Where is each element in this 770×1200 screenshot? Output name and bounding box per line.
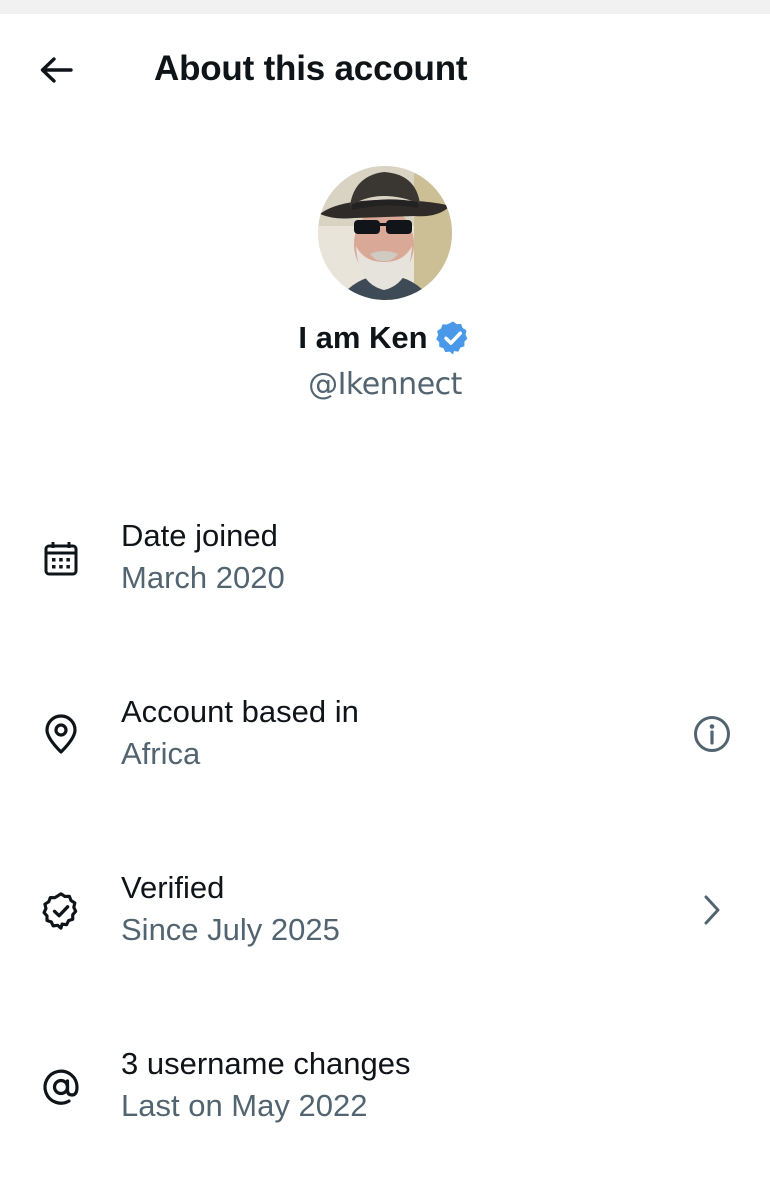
info-row-value: Last on May 2022 bbox=[121, 1088, 368, 1123]
avatar[interactable] bbox=[318, 166, 452, 300]
page-title: About this account bbox=[154, 49, 468, 88]
info-row-value: March 2020 bbox=[121, 560, 285, 595]
chevron-right-icon[interactable] bbox=[690, 888, 734, 932]
status-bar-strip bbox=[0, 0, 770, 14]
arrow-left-icon bbox=[40, 57, 73, 83]
info-row-account-based-in: Account based in Africa bbox=[0, 686, 770, 806]
info-row-label: 3 username changes bbox=[121, 1046, 411, 1081]
verified-badge-icon[interactable] bbox=[434, 319, 472, 357]
info-row-username-changes: 3 username changes Last on May 2022 bbox=[0, 1038, 770, 1158]
info-row-label: Verified bbox=[121, 870, 225, 905]
info-row-label: Account based in bbox=[121, 694, 359, 729]
info-row-verified[interactable]: Verified Since July 2025 bbox=[0, 862, 770, 982]
info-row-label: Date joined bbox=[121, 518, 278, 553]
name-row: I am Ken bbox=[0, 318, 770, 358]
page-header: About this account bbox=[0, 14, 770, 124]
calendar-icon bbox=[38, 536, 84, 582]
avatar-image bbox=[318, 166, 452, 300]
info-icon bbox=[694, 716, 730, 752]
username-handle: @Ikennect bbox=[308, 367, 462, 402]
at-sign-icon bbox=[38, 1064, 84, 1110]
info-row-date-joined: Date joined March 2020 bbox=[0, 510, 770, 630]
location-pin-icon bbox=[38, 712, 84, 758]
verified-check-icon bbox=[38, 888, 84, 934]
display-name: I am Ken bbox=[298, 320, 428, 355]
info-row-value: Africa bbox=[121, 736, 201, 771]
info-row-value: Since July 2025 bbox=[121, 912, 340, 947]
info-button[interactable] bbox=[690, 712, 734, 756]
back-button[interactable] bbox=[30, 50, 82, 90]
